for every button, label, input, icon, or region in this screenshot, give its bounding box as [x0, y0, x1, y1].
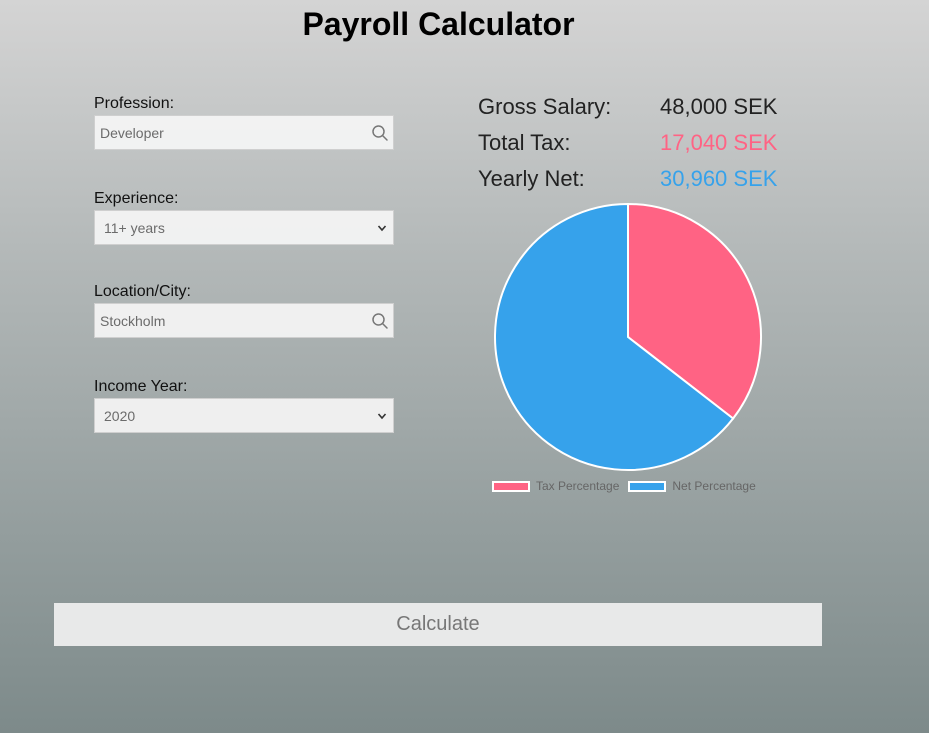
total-tax-value: 17,040 SEK — [660, 130, 778, 155]
income-year-field-group: Income Year: 2020 — [94, 377, 394, 433]
search-icon[interactable] — [371, 124, 389, 142]
yearly-net-row: Yearly Net: 30,960 SEK — [478, 164, 798, 200]
profession-label: Profession: — [94, 95, 175, 112]
gross-salary-label: Gross Salary: — [478, 94, 612, 119]
legend-swatch — [628, 480, 667, 492]
yearly-net-value: 30,960 SEK — [660, 166, 778, 191]
gross-salary-row: Gross Salary: 48,000 SEK — [478, 92, 798, 128]
search-icon[interactable] — [371, 312, 389, 330]
salary-summary: Gross Salary: 48,000 SEK Total Tax: 17,0… — [478, 92, 798, 200]
income-year-label: Income Year: — [94, 378, 188, 395]
legend-label: Net Percentage — [672, 479, 756, 493]
tax-pie-chart — [480, 200, 780, 500]
legend-swatch — [492, 480, 530, 492]
calculate-button[interactable]: Calculate — [54, 603, 822, 646]
total-tax-label: Total Tax: — [478, 130, 571, 155]
experience-field-group: Experience: 11+ years — [94, 189, 394, 245]
income-year-select[interactable]: 2020 — [94, 398, 394, 433]
experience-select[interactable]: 11+ years — [94, 210, 394, 245]
chevron-down-icon — [377, 413, 387, 420]
profession-input[interactable] — [95, 123, 352, 142]
page-title: Payroll Calculator — [302, 6, 575, 42]
yearly-net-label: Yearly Net: — [478, 166, 585, 191]
location-input[interactable] — [95, 311, 352, 330]
legend-label: Tax Percentage — [536, 479, 620, 493]
total-tax-row: Total Tax: 17,040 SEK — [478, 128, 798, 164]
profession-field-group: Profession: — [94, 94, 394, 150]
income-year-selected-value: 2020 — [104, 407, 136, 424]
experience-selected-value: 11+ years — [104, 219, 165, 236]
gross-salary-value: 48,000 SEK — [660, 94, 778, 119]
chart-legend: Tax Percentage Net Percentage — [492, 479, 765, 493]
legend-item-tax-percentage[interactable]: Tax Percentage — [492, 479, 619, 493]
location-label: Location/City: — [94, 283, 191, 300]
location-field-group: Location/City: — [94, 282, 394, 338]
profession-search-box[interactable] — [94, 115, 394, 150]
chevron-down-icon — [377, 225, 387, 232]
legend-item-net-percentage[interactable]: Net Percentage — [628, 479, 756, 493]
pie-chart-svg — [494, 202, 762, 471]
location-search-box[interactable] — [94, 303, 394, 338]
experience-label: Experience: — [94, 190, 179, 207]
